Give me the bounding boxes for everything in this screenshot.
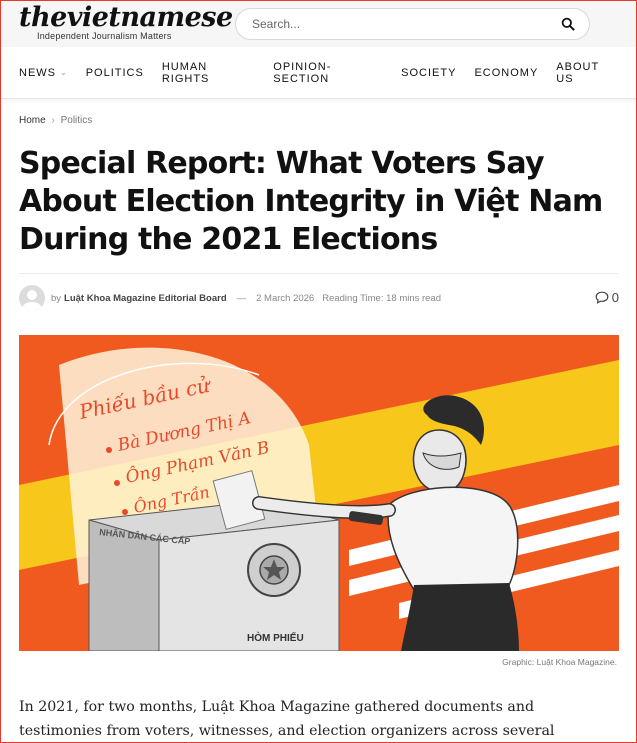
logo-wordmark: thevietnamese xyxy=(19,2,233,33)
meta-dash: — xyxy=(236,292,247,304)
meta-divider xyxy=(19,273,618,274)
nav-item-about-us[interactable]: ABOUT US xyxy=(556,61,618,85)
nav-item-opinion-section[interactable]: OPINION-SECTION xyxy=(273,61,383,85)
chevron-down-icon: ⌄ xyxy=(60,68,68,77)
article-title: Special Report: What Voters Say About El… xyxy=(19,146,603,257)
site-header: thevietnamese Independent Journalism Mat… xyxy=(1,1,636,99)
hero-graphic: Phiếu bầu cử Bà Dương Thị A Ông Phạm Văn… xyxy=(19,335,619,651)
nav-item-society[interactable]: SOCIETY xyxy=(401,67,456,79)
top-bar: thevietnamese Independent Journalism Mat… xyxy=(1,1,636,47)
breadcrumb-separator: › xyxy=(51,115,55,126)
breadcrumb-home[interactable]: Home xyxy=(19,115,46,126)
hero-illustration: Phiếu bầu cử Bà Dương Thị A Ông Phạm Văn… xyxy=(19,335,619,651)
box-label-bottom: HÒM PHIẾU xyxy=(247,631,304,644)
main-nav: NEWS ⌄ POLITICS HUMAN RIGHTS OPINION-SEC… xyxy=(1,47,636,99)
search-icon[interactable] xyxy=(561,17,575,31)
site-logo[interactable]: thevietnamese Independent Journalism Mat… xyxy=(19,2,233,42)
search-input[interactable] xyxy=(252,17,552,31)
reading-time: Reading Time: 18 mins read xyxy=(322,292,442,304)
article-body: In 2021, for two months, Luật Khoa Magaz… xyxy=(19,699,555,739)
comment-icon xyxy=(595,291,609,304)
byline-prefix: by xyxy=(51,292,62,304)
nav-item-news[interactable]: NEWS ⌄ xyxy=(19,67,68,79)
search-box xyxy=(235,8,590,40)
avatar[interactable] xyxy=(19,285,45,311)
comments-link[interactable]: 0 xyxy=(595,290,619,305)
breadcrumb: Home › Politics xyxy=(19,115,92,126)
publish-date: 2 March 2026 xyxy=(256,292,315,304)
nav-item-politics[interactable]: POLITICS xyxy=(86,67,144,79)
nav-item-economy[interactable]: ECONOMY xyxy=(474,67,538,79)
article-meta: by Luật Khoa Magazine Editorial Board — … xyxy=(19,285,619,311)
breadcrumb-politics[interactable]: Politics xyxy=(61,115,93,126)
nav-item-label: NEWS xyxy=(19,66,56,79)
image-caption: Graphic: Luật Khoa Magazine. xyxy=(502,657,617,667)
nav-item-human-rights[interactable]: HUMAN RIGHTS xyxy=(162,61,255,85)
comment-count: 0 xyxy=(611,290,619,305)
author-link[interactable]: Luật Khoa Magazine Editorial Board xyxy=(64,293,227,304)
